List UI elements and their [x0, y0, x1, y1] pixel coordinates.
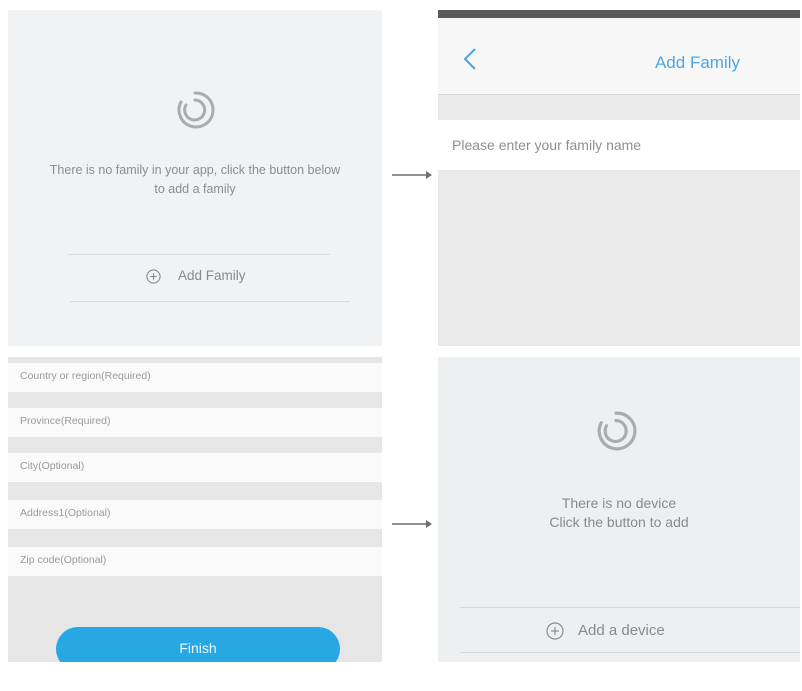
province-field[interactable]: Province(Required) — [8, 408, 382, 437]
family-name-field[interactable]: Please enter your family name — [438, 120, 800, 170]
empty-device-message: There is no device Click the button to a… — [438, 494, 800, 532]
plus-circle-icon — [546, 622, 564, 640]
plus-circle-icon — [146, 269, 161, 284]
add-family-button[interactable]: Add Family — [68, 254, 350, 302]
add-device-label: Add a device — [578, 622, 665, 639]
country-field[interactable]: Country or region(Required) — [8, 363, 382, 392]
message-line-1: There is no family in your app, click th… — [49, 163, 341, 177]
swirl-logo-icon — [177, 91, 215, 129]
message-line-2: to add a family — [154, 182, 236, 196]
arrow-right-icon — [392, 171, 432, 179]
province-placeholder: Province(Required) — [20, 415, 111, 427]
message-line-2: Click the button to add — [549, 514, 689, 530]
empty-family-message: There is no family in your app, click th… — [8, 161, 382, 199]
family-name-placeholder: Please enter your family name — [452, 137, 642, 153]
country-placeholder: Country or region(Required) — [20, 370, 151, 382]
navigation-bar: Add Family — [438, 18, 800, 95]
page-title: Add Family — [654, 53, 740, 72]
finish-label: Finish — [179, 640, 217, 656]
zip-code-placeholder: Zip code(Optional) — [20, 554, 107, 566]
status-bar — [438, 10, 800, 18]
divider — [460, 607, 800, 608]
message-line-1: There is no device — [561, 495, 677, 511]
add-family-screen: Add Family Please enter your family name — [438, 10, 800, 346]
address1-placeholder: Address1(Optional) — [20, 507, 111, 519]
address1-field[interactable]: Address1(Optional) — [8, 500, 382, 529]
address-form-screen: Country or region(Required) Province(Req… — [8, 357, 382, 662]
city-field[interactable]: City(Optional) — [8, 453, 382, 482]
add-device-button[interactable]: Add a device — [460, 607, 800, 653]
divider — [460, 652, 800, 653]
city-placeholder: City(Optional) — [20, 460, 85, 472]
arrow-right-icon — [392, 520, 432, 528]
swirl-logo-icon — [597, 411, 637, 451]
zip-code-field[interactable]: Zip code(Optional) — [8, 547, 382, 576]
no-device-screen: There is no device Click the button to a… — [438, 357, 800, 662]
no-family-screen: There is no family in your app, click th… — [8, 10, 382, 346]
add-family-label: Add Family — [178, 268, 246, 283]
divider — [68, 254, 330, 255]
divider — [70, 301, 350, 302]
finish-button[interactable]: Finish — [56, 627, 340, 662]
